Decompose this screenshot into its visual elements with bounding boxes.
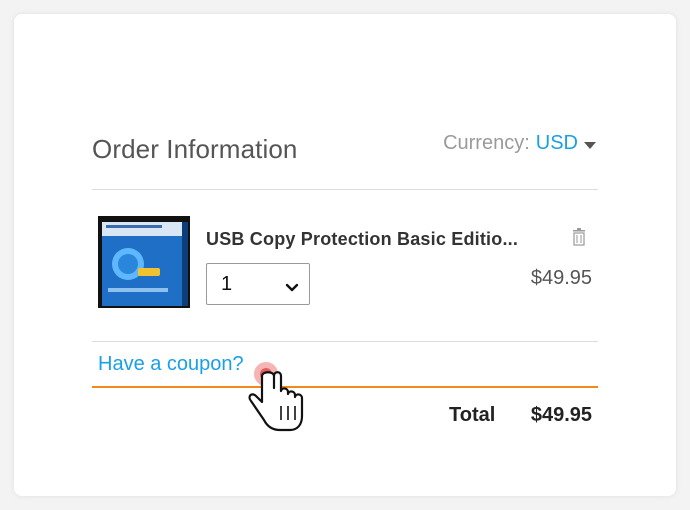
currency-label: Currency:	[443, 132, 530, 154]
caret-down-icon[interactable]	[584, 141, 596, 149]
currency-value[interactable]: USD	[536, 132, 578, 155]
quantity-select[interactable]: 1	[206, 263, 310, 305]
coupon-link[interactable]: Have a coupon?	[98, 353, 244, 376]
hand-cursor-icon	[244, 360, 308, 434]
total-label: Total	[449, 404, 496, 426]
product-image	[98, 216, 190, 308]
product-title: USB Copy Protection Basic Editio...	[206, 229, 519, 249]
item-divider	[92, 341, 598, 342]
quantity-value: 1	[221, 272, 233, 295]
header-divider	[92, 189, 598, 190]
currency-selector[interactable]: Currency: USD	[443, 132, 596, 155]
trash-icon[interactable]	[571, 228, 587, 246]
item-price: $49.95	[530, 267, 592, 289]
order-title: Order Information	[92, 134, 298, 164]
chevron-down-icon	[285, 277, 299, 292]
total-value: $49.95	[530, 404, 592, 426]
coupon-divider	[92, 386, 598, 388]
